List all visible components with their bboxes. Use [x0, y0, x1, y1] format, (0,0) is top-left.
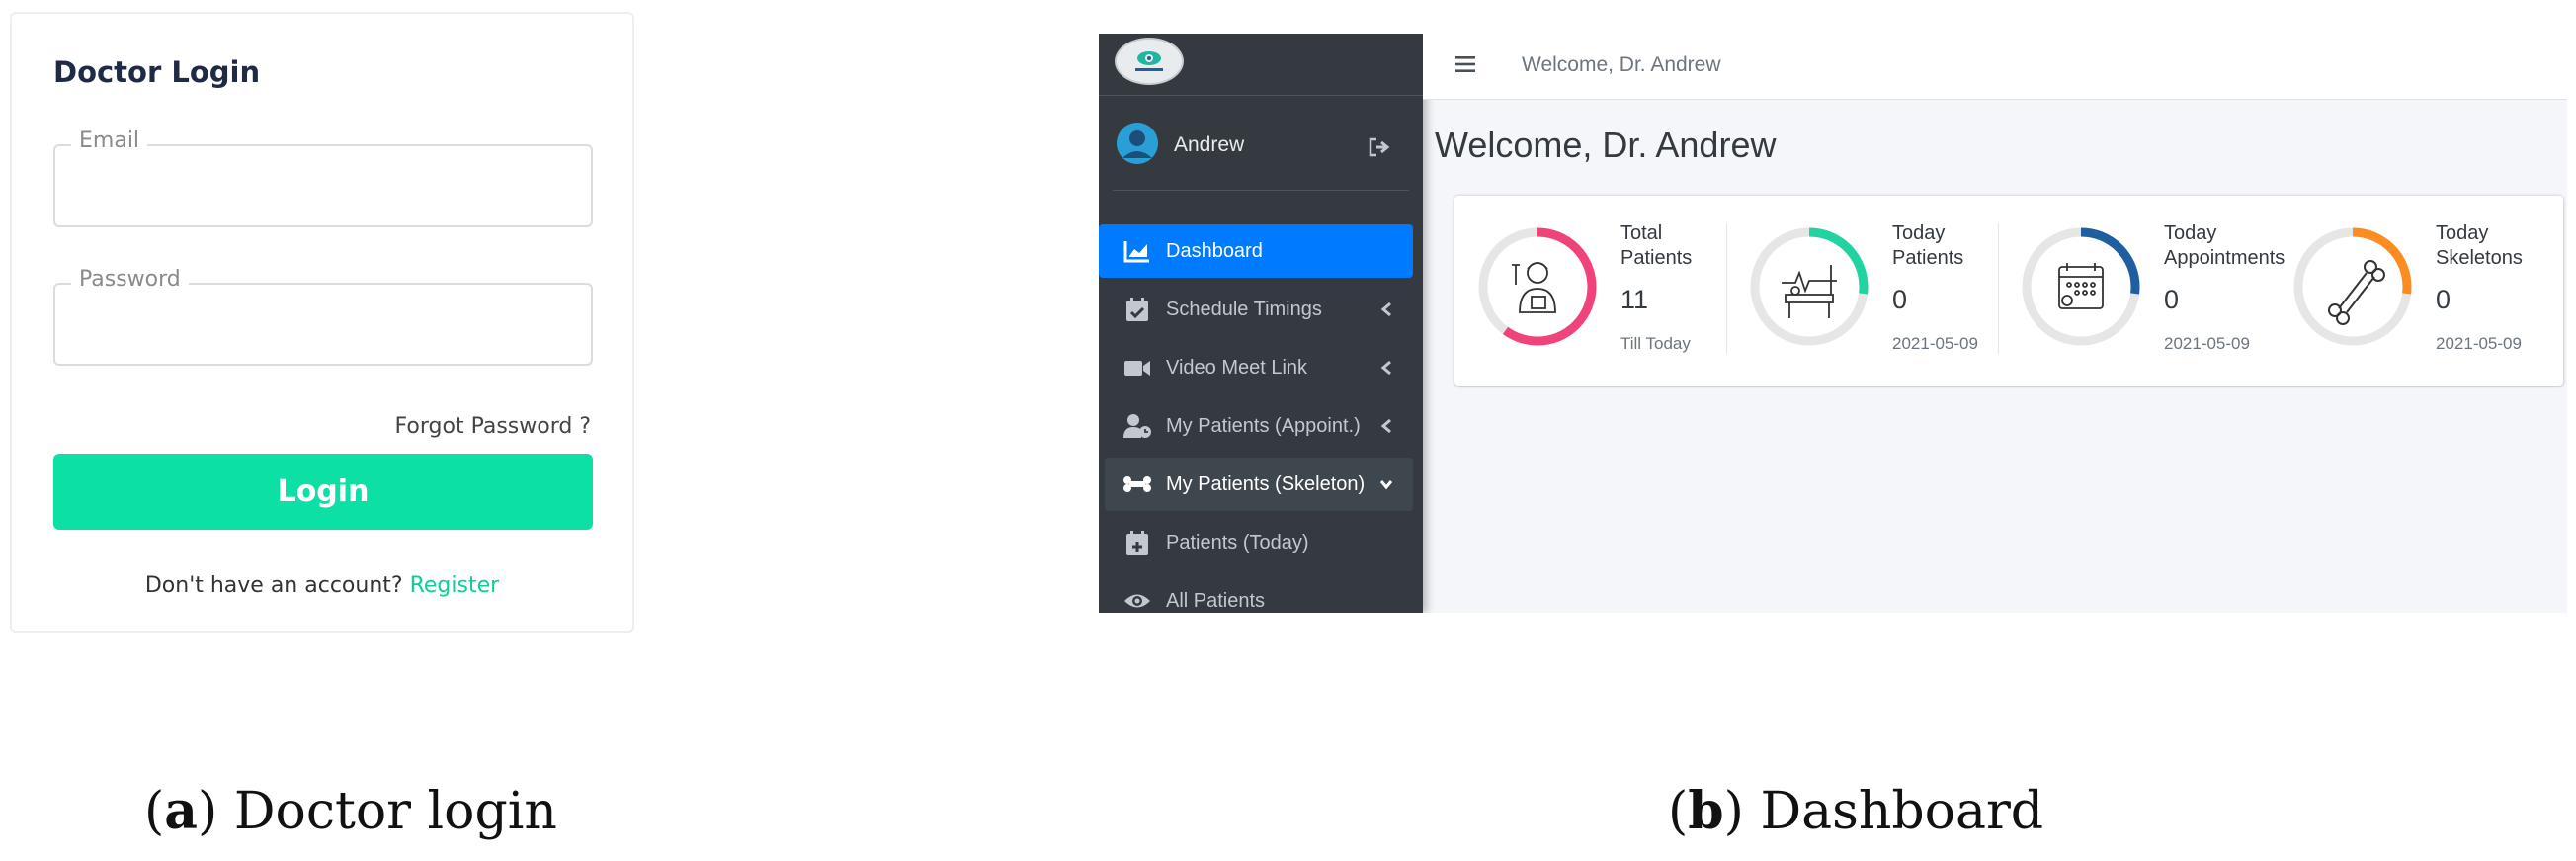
login-button[interactable]: Login: [53, 454, 593, 530]
brand-logo[interactable]: [1115, 38, 1184, 85]
calendar-icon: [2058, 263, 2104, 309]
sidebar-item-my-patients-skeleton[interactable]: My Patients (Skeleton): [1105, 458, 1413, 511]
register-link[interactable]: Register: [410, 573, 500, 598]
forgot-password-link[interactable]: Forgot Password ?: [395, 414, 591, 439]
calendar-check-icon: [1126, 298, 1148, 321]
password-input[interactable]: [55, 285, 591, 364]
caption-b: (b) Dashboard: [1668, 781, 2044, 841]
sidebar-item-all-patients[interactable]: All Patients: [1099, 574, 1413, 613]
chevron-left-icon: [1380, 418, 1391, 434]
user-divider: [1113, 190, 1409, 191]
sign-out-icon[interactable]: [1368, 136, 1391, 158]
bone-icon: [1123, 476, 1151, 492]
chevron-left-icon: [1380, 360, 1391, 376]
stat-today-skeletons: Today Skeletons 0 2021-05-09: [2270, 196, 2563, 386]
email-input[interactable]: [55, 146, 591, 225]
stat-value: 0: [2164, 285, 2180, 314]
topbar: Welcome, Dr. Andrew: [1423, 34, 2567, 100]
sidebar-item-label: Video Meet Link: [1166, 356, 1308, 379]
stat-value: 0: [2436, 285, 2451, 314]
password-label: Password: [71, 267, 189, 292]
stat-sub: 2021-05-09: [2436, 334, 2522, 353]
chart-area-icon: [1123, 241, 1149, 263]
progress-ring: [2293, 227, 2412, 346]
sidebar-item-label: Dashboard: [1166, 239, 1263, 262]
sidebar-item-label: All Patients: [1166, 589, 1266, 612]
progress-ring: [1478, 227, 1597, 346]
video-icon: [1124, 361, 1150, 376]
topbar-title: Welcome, Dr. Andrew: [1522, 53, 1721, 76]
calendar-plus-icon: [1126, 531, 1148, 555]
register-line: Don't have an account? Register: [12, 573, 632, 598]
stat-today-appointments: Today Appointments 0 2021-05-09: [1998, 196, 2285, 386]
login-title: Doctor Login: [53, 55, 261, 89]
stat-sub: Till Today: [1620, 334, 1691, 353]
hamburger-menu-icon[interactable]: [1454, 53, 1476, 75]
stat-label: Today Appointments: [2164, 222, 2285, 269]
stat-sub: 2021-05-09: [1892, 334, 1978, 353]
login-card: Doctor Login Email Password Forgot Passw…: [10, 12, 634, 633]
password-field[interactable]: Password: [53, 267, 593, 366]
hospital-bed-icon: [1782, 265, 1837, 318]
stat-value: 0: [1892, 285, 1908, 314]
sidebar-item-patients-today[interactable]: Patients (Today): [1099, 516, 1413, 569]
user-clock-icon: [1123, 414, 1151, 438]
bone-icon: [2328, 260, 2385, 325]
sidebar-item-label: Schedule Timings: [1166, 298, 1322, 320]
sidebar-item-my-patients-appoint[interactable]: My Patients (Appoint.): [1099, 399, 1413, 453]
patient-icon: [1512, 262, 1556, 313]
caption-a: (a) Doctor login: [144, 781, 557, 841]
sidebar-item-label: My Patients (Appoint.): [1166, 414, 1361, 437]
sidebar-item-label: My Patients (Skeleton): [1166, 473, 1366, 495]
chevron-down-icon: [1379, 480, 1393, 490]
dashboard-screen: Andrew Dashboard Schedule Timings Video …: [1099, 34, 2567, 613]
user-avatar-icon: [1117, 123, 1158, 164]
progress-ring: [2022, 227, 2140, 346]
stat-value: 11: [1620, 285, 1649, 314]
stat-label: Total Patients: [1620, 222, 1693, 269]
stats-card: Total Patients 11 Till Today Today Patient: [1454, 196, 2563, 386]
stat-label: Today Skeletons: [2436, 222, 2523, 269]
sidebar-item-schedule-timings[interactable]: Schedule Timings: [1099, 283, 1413, 336]
brand-divider: [1099, 95, 1423, 96]
eye-icon: [1124, 594, 1150, 608]
email-field[interactable]: Email: [53, 129, 593, 227]
email-label: Email: [71, 129, 148, 153]
avatar[interactable]: [1117, 123, 1158, 164]
sidebar-item-label: Patients (Today): [1166, 531, 1309, 554]
stat-today-patients: Today Patients 0 2021-05-09: [1726, 196, 1998, 386]
sidebar-item-video-meet-link[interactable]: Video Meet Link: [1099, 341, 1413, 394]
page-title: Welcome, Dr. Andrew: [1435, 125, 1777, 165]
stat-sub: 2021-05-09: [2164, 334, 2250, 353]
eye-logo-icon: [1135, 51, 1163, 71]
stat-label: Today Patients: [1892, 222, 1964, 269]
sidebar: Andrew Dashboard Schedule Timings Video …: [1099, 34, 1423, 613]
chevron-left-icon: [1380, 301, 1391, 317]
stat-total-patients: Total Patients 11 Till Today: [1454, 196, 1726, 386]
user-name: Andrew: [1174, 133, 1245, 156]
progress-ring: [1750, 227, 1869, 346]
register-prompt: Don't have an account?: [144, 573, 403, 598]
sidebar-item-dashboard[interactable]: Dashboard: [1099, 224, 1413, 278]
